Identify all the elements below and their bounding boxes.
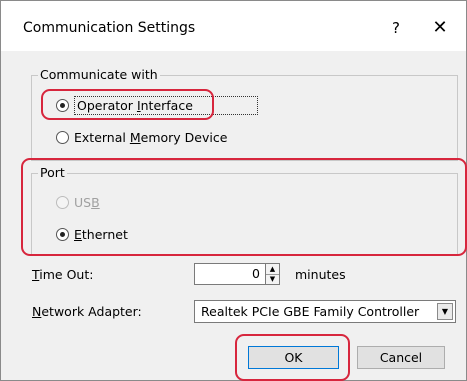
timeout-input[interactable]: 0 [194,263,266,285]
communicate-with-legend: Communicate with [38,67,160,82]
cancel-button[interactable]: Cancel [357,346,445,369]
highlight-port-group [21,158,467,256]
highlight-operator-interface [41,89,214,120]
timeout-unit: minutes [295,267,346,282]
communication-settings-dialog: Communication Settings ? ✕ Communicate w… [0,0,467,381]
dialog-title: Communication Settings [23,20,196,36]
dropdown-arrow-icon[interactable]: ▼ [437,303,453,320]
timeout-label: Time Out: [32,267,94,282]
radio-external-memory-device-label: External Memory Device [74,130,228,145]
network-adapter-selected: Realtek PCIe GBE Family Controller [201,304,420,319]
help-button[interactable]: ? [381,13,411,43]
radio-external-memory-device[interactable]: External Memory Device [56,130,227,145]
network-adapter-label: Network Adapter: [32,304,142,319]
timeout-spin-buttons: ▲ ▼ [266,263,280,285]
title-bar: Communication Settings ? ✕ [1,1,466,51]
close-button[interactable]: ✕ [424,13,456,43]
highlight-ok-button [235,334,350,381]
radio-button[interactable] [56,131,69,144]
timeout-spinner[interactable]: 0 ▲ ▼ [194,263,284,285]
spin-down-arrow-icon[interactable]: ▼ [266,274,279,284]
network-adapter-dropdown[interactable]: Realtek PCIe GBE Family Controller ▼ [194,300,456,323]
